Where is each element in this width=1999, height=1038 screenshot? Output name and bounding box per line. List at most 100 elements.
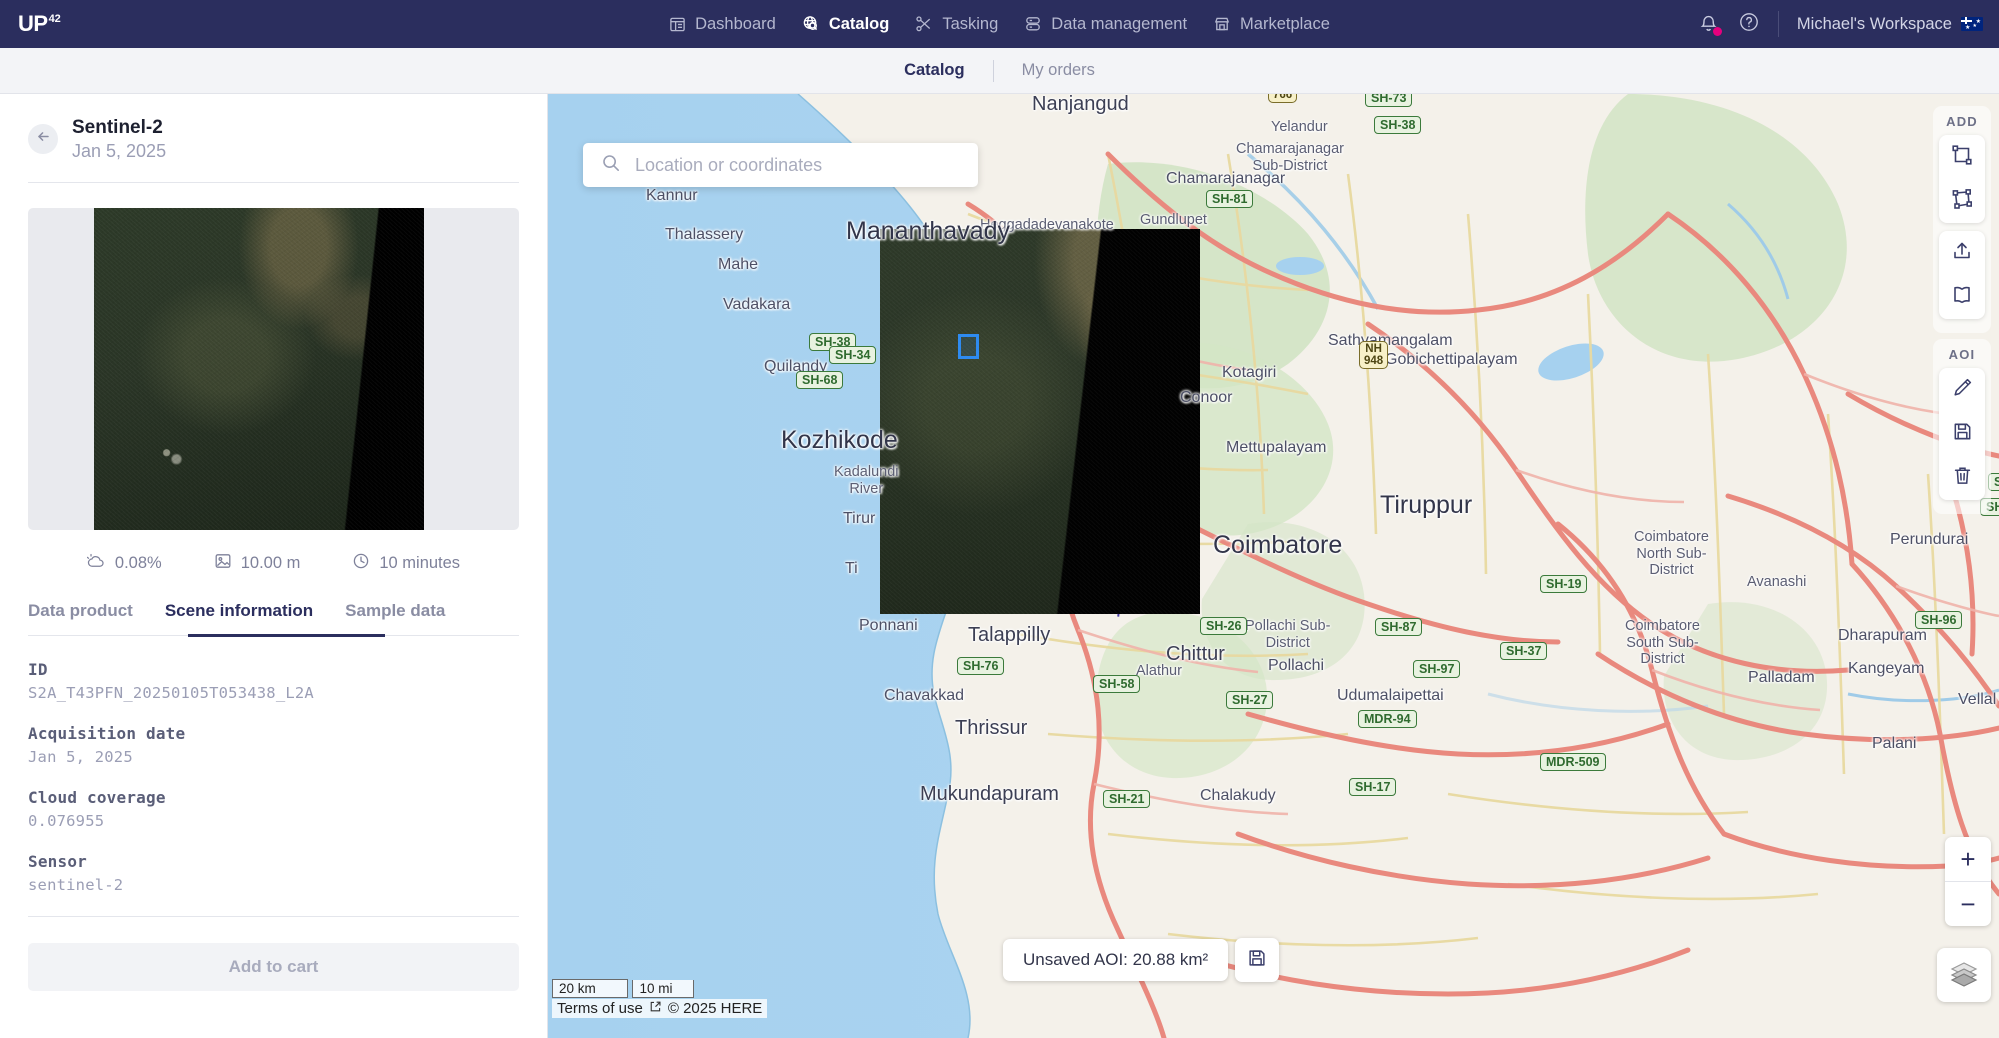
- road-shield: SH-81: [1206, 190, 1254, 208]
- fields-divider: [28, 916, 519, 918]
- upload-aoi-tool[interactable]: [1939, 231, 1985, 275]
- page-title: Sentinel-2: [72, 117, 163, 138]
- add-draw-group: [1939, 135, 1985, 223]
- nav-item-dashboard[interactable]: Dashboard: [669, 15, 776, 34]
- nav-item-marketplace[interactable]: Marketplace: [1213, 15, 1330, 34]
- brand-superscript: 42: [48, 13, 61, 25]
- road-shield: SH-17: [1349, 778, 1397, 796]
- scene-thumbnail-image: [94, 208, 424, 531]
- notification-dot: [1712, 27, 1722, 36]
- road-shield: SH-38: [1374, 116, 1422, 134]
- scene-footprint-overlay[interactable]: [880, 229, 1200, 614]
- aoi-actions-group: [1939, 368, 1985, 500]
- map-attribution: Terms of use © 2025 HERE: [552, 999, 768, 1018]
- road-shield: SH-96: [1915, 611, 1963, 629]
- workspace-selector[interactable]: Michael's Workspace ★ ★ ★: [1797, 15, 1983, 34]
- help-circle-icon: [1738, 12, 1760, 37]
- tab-data-product[interactable]: Data product: [28, 601, 149, 635]
- road-shield: SH-37: [1500, 642, 1548, 660]
- zoom-out-button[interactable]: −: [1945, 882, 1991, 926]
- australia-flag-icon: ★ ★ ★: [1961, 17, 1983, 31]
- aoi-toolbar: AOI: [1933, 339, 1991, 514]
- road-shield: SH-97: [1413, 660, 1461, 678]
- road-shield: SH-58: [1093, 675, 1141, 693]
- sub-navigation-bar: Catalog My orders: [0, 48, 1999, 94]
- top-nav-right: Michael's Workspace ★ ★ ★: [1698, 11, 1983, 38]
- field-id-value: S2A_T43PFN_20250105T053438_L2A: [28, 684, 314, 703]
- road-shield: SH-34: [829, 346, 877, 364]
- tasking-satellite-icon: [915, 15, 933, 33]
- scene-quick-stats: 0.08% 10.00 m 10 minutes: [28, 552, 519, 575]
- aoi-save-button[interactable]: [1235, 938, 1280, 982]
- aoi-status-text: Unsaved AOI: 20.88 km²: [1003, 939, 1229, 981]
- add-toolbar: ADD: [1933, 106, 1991, 333]
- road-shield: SH-76: [957, 657, 1005, 675]
- up42-logo[interactable]: UP 42: [18, 13, 61, 35]
- aoi-library-tool[interactable]: [1939, 275, 1985, 319]
- tab-my-orders[interactable]: My orders: [994, 61, 1123, 80]
- active-tab-indicator: [188, 634, 385, 638]
- nav-item-data-management[interactable]: Data management: [1024, 15, 1187, 34]
- map-canvas[interactable]: Nanjangud Heggadadevanakote Yelandur Chamar…: [548, 94, 1999, 1038]
- database-icon: [1024, 15, 1042, 33]
- back-button[interactable]: [28, 124, 58, 155]
- stat-resolution-value: 10.00 m: [240, 554, 301, 573]
- tab-scene-information[interactable]: Scene information: [149, 601, 329, 635]
- nav-item-tasking[interactable]: Tasking: [915, 15, 998, 34]
- field-acquisition-date: Acquisition date Jan 5, 2025: [28, 724, 519, 766]
- brand-name: UP: [18, 11, 48, 36]
- top-navigation-bar: UP 42 Dashboard Catalog Tasking Data man…: [0, 0, 1999, 48]
- stat-cloud-value: 0.08%: [114, 554, 162, 573]
- road-shield: MDR-509: [1540, 753, 1606, 771]
- add-to-cart-button[interactable]: Add to cart: [28, 943, 519, 992]
- workspace-name: Michael's Workspace: [1796, 14, 1952, 33]
- scene-thumbnail[interactable]: [28, 208, 519, 531]
- book-icon: [1950, 283, 1974, 312]
- notifications-button[interactable]: [1698, 12, 1722, 36]
- floppy-save-icon: [1246, 947, 1268, 974]
- trash-icon: [1951, 464, 1974, 492]
- tab-catalog[interactable]: Catalog: [876, 61, 993, 80]
- nav-divider: [1777, 11, 1779, 37]
- nav-label-catalog: Catalog: [828, 14, 890, 33]
- field-acquisition-date-label: Acquisition date: [28, 724, 186, 744]
- zoom-in-button[interactable]: +: [1945, 837, 1991, 881]
- draw-rectangle-tool[interactable]: [1939, 135, 1985, 179]
- draw-polygon-tool[interactable]: [1939, 179, 1985, 223]
- external-link-icon: [649, 1000, 662, 1017]
- search-input[interactable]: [635, 154, 960, 176]
- storefront-icon: [1213, 15, 1231, 33]
- catalog-globe-icon: [802, 15, 820, 33]
- location-search-box[interactable]: [583, 143, 978, 187]
- tab-sample-data[interactable]: Sample data: [329, 601, 461, 635]
- map-layers-button[interactable]: [1937, 948, 1991, 1002]
- field-sensor-label: Sensor: [28, 852, 87, 872]
- field-cloud-coverage-label: Cloud coverage: [28, 788, 166, 808]
- aoi-toolbar-heading: AOI: [1948, 347, 1976, 362]
- field-id-label: ID: [28, 660, 48, 680]
- stat-resolution: 10.00 m: [214, 552, 301, 575]
- field-cloud-coverage: Cloud coverage 0.076955: [28, 788, 519, 830]
- road-shield: SH-26: [1200, 617, 1248, 635]
- help-button[interactable]: [1738, 11, 1760, 38]
- road-shield: SH-73: [1365, 94, 1413, 107]
- nav-item-catalog[interactable]: Catalog: [802, 14, 890, 34]
- field-cloud-coverage-value: 0.076955: [28, 812, 105, 831]
- nav-label-data-management: Data management: [1051, 14, 1188, 33]
- delete-aoi-tool[interactable]: [1939, 456, 1985, 500]
- aoi-rectangle[interactable]: [958, 334, 979, 359]
- image-resolution-icon: [214, 552, 232, 575]
- upload-icon: [1950, 239, 1974, 268]
- map-copyright: © 2025 HERE: [667, 1000, 763, 1017]
- nav-label-marketplace: Marketplace: [1240, 14, 1330, 33]
- save-aoi-tool[interactable]: [1939, 412, 1985, 456]
- stat-duration-value: 10 minutes: [379, 554, 461, 573]
- scene-detail-sidebar: Sentinel-2 Jan 5, 2025 0.08% 10.00 m 10 …: [0, 94, 548, 1038]
- scale-mi: 10 mi: [632, 980, 695, 998]
- map-basemap: [548, 94, 1999, 1038]
- draw-polygon-icon: [1950, 187, 1974, 216]
- terms-of-use-link[interactable]: Terms of use: [557, 1000, 643, 1017]
- arrow-left-icon: [35, 128, 52, 150]
- edit-aoi-tool[interactable]: [1939, 368, 1985, 412]
- scale-km: 20 km: [552, 979, 628, 998]
